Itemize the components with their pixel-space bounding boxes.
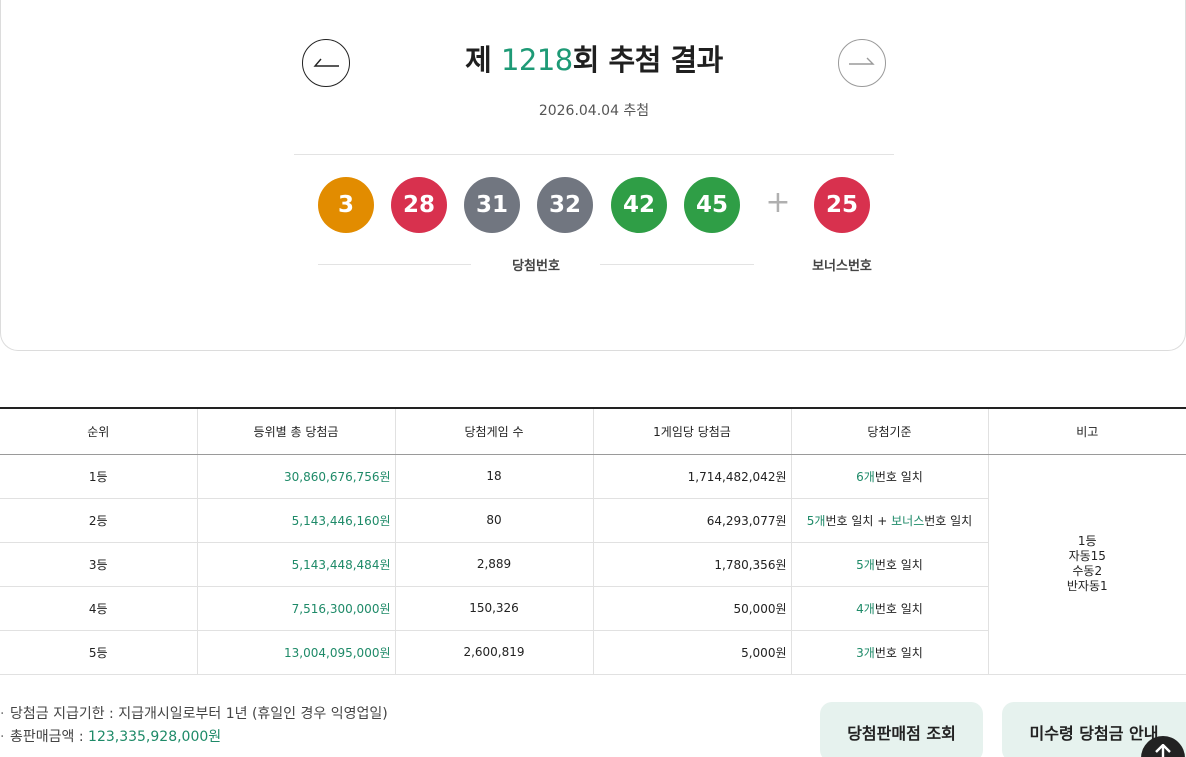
- bonus-ball: 25: [814, 177, 870, 233]
- next-draw-button[interactable]: [838, 39, 886, 87]
- total-prize-cell: 5,143,448,484원: [197, 542, 396, 587]
- column-header: 순위: [0, 407, 198, 455]
- table-header-row: 순위 등위별 총 당첨금 당첨게임 수 1게임당 당첨금 당첨기준 비고: [0, 407, 1186, 455]
- winning-ball: 31: [464, 177, 520, 233]
- winning-games-cell: 2,889: [395, 542, 594, 587]
- column-header: 등위별 총 당첨금: [197, 407, 396, 455]
- criteria-cell: 3개번호 일치: [791, 630, 989, 675]
- page-title: 제 1218회 추첨 결과: [465, 43, 723, 77]
- rank-cell: 5등: [0, 630, 198, 675]
- winning-games-cell: 18: [395, 454, 594, 499]
- draw-number: 1218: [500, 43, 573, 77]
- label-line-right: [600, 264, 754, 265]
- total-sales-value: 123,335,928,000원: [88, 729, 222, 745]
- winning-ball: 28: [391, 177, 447, 233]
- winning-games-cell: 150,326: [395, 586, 594, 631]
- total-prize-cell: 30,860,676,756원: [197, 454, 396, 499]
- total-prize-cell: 7,516,300,000원: [197, 586, 396, 631]
- winning-ball: 42: [611, 177, 667, 233]
- winning-games-cell: 80: [395, 498, 594, 543]
- per-game-prize-cell: 5,000원: [593, 630, 792, 675]
- winning-store-lookup-button[interactable]: 당첨판매점 조회: [820, 702, 983, 757]
- criteria-cell: 6개번호 일치: [791, 454, 989, 499]
- rank-cell: 1등: [0, 454, 198, 499]
- total-sales-info: · 총판매금액 : 123,335,928,000원: [0, 729, 222, 745]
- winning-ball: 3: [318, 177, 374, 233]
- winning-ball: 45: [684, 177, 740, 233]
- rank-cell: 4등: [0, 586, 198, 631]
- per-game-prize-cell: 64,293,077원: [593, 498, 792, 543]
- criteria-cell: 5개번호 일치 + 보너스번호 일치: [791, 498, 989, 543]
- rank-cell: 3등: [0, 542, 198, 587]
- prize-table: 순위 등위별 총 당첨금 당첨게임 수 1게임당 당첨금 당첨기준 비고 1등 3…: [0, 407, 1186, 675]
- total-prize-cell: 13,004,095,000원: [197, 630, 396, 675]
- criteria-cell: 4개번호 일치: [791, 586, 989, 631]
- winning-games-cell: 2,600,819: [395, 630, 594, 675]
- draw-result-card: 제 1218회 추첨 결과 2026.04.04 추첨 3 28 31 32 42 45 …: [0, 0, 1186, 351]
- column-header: 비고: [988, 407, 1186, 455]
- plus-sign: +: [765, 185, 791, 220]
- rank-cell: 2등: [0, 498, 198, 543]
- column-header: 1게임당 당첨금: [593, 407, 792, 455]
- winning-numbers-label: 당첨번호: [512, 259, 560, 274]
- bonus-number-label: 보너스번호: [812, 259, 872, 274]
- per-game-prize-cell: 1,714,482,042원: [593, 454, 792, 499]
- per-game-prize-cell: 50,000원: [593, 586, 792, 631]
- per-game-prize-cell: 1,780,356원: [593, 542, 792, 587]
- winning-ball: 32: [537, 177, 593, 233]
- arrow-right-icon: [849, 57, 875, 65]
- table-row: 1등 30,860,676,756원 18 1,714,482,042원 6개번호 일치…: [0, 454, 1186, 675]
- criteria-cell: 5개번호 일치: [791, 542, 989, 587]
- note-cell: 1등 자동15 수동2 반자동1: [988, 454, 1186, 675]
- column-header: 당첨기준: [791, 407, 989, 455]
- column-header: 당첨게임 수: [395, 407, 594, 455]
- draw-date: 2026.04.04 추첨: [538, 103, 650, 119]
- total-prize-cell: 5,143,446,160원: [197, 498, 396, 543]
- label-line-left: [318, 264, 471, 265]
- payment-deadline-info: · 당첨금 지급기한 : 지급개시일로부터 1년 (휴일인 경우 익영업일): [0, 706, 388, 722]
- divider: [294, 154, 894, 155]
- arrow-up-icon: [1155, 744, 1171, 757]
